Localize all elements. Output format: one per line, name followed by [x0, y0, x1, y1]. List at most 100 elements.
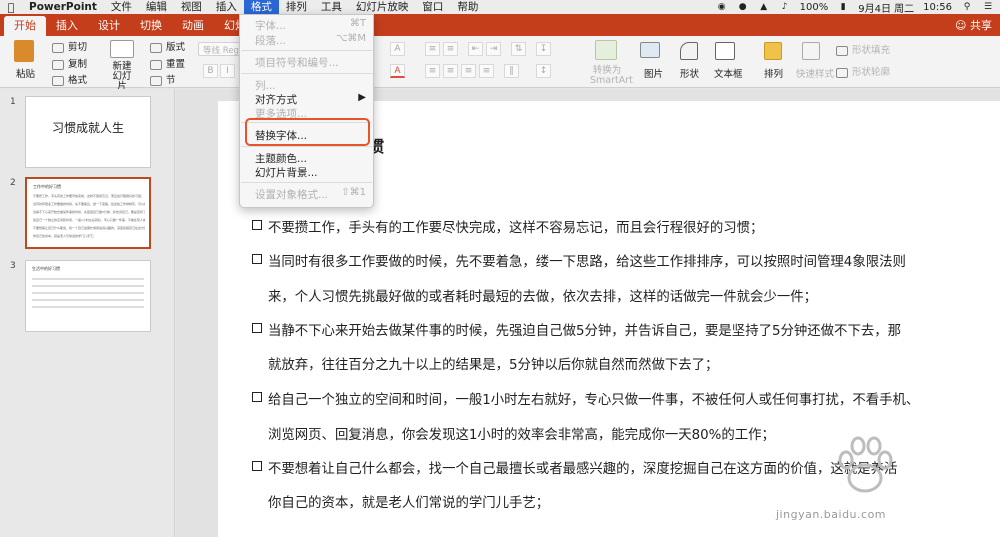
- volume-icon[interactable]: ♪: [779, 2, 791, 12]
- format-painter-button[interactable]: 格式: [52, 72, 87, 86]
- textbox-label[interactable]: 文本框: [714, 66, 743, 80]
- font-name-box[interactable]: 等线 Regular: [198, 42, 255, 56]
- status-date[interactable]: 9月4日 周二: [858, 0, 914, 15]
- apple-menu-icon[interactable]: : [0, 1, 22, 14]
- tab-transitions[interactable]: 切换: [130, 16, 172, 36]
- copy-label: 复制: [68, 59, 88, 70]
- align-text-button[interactable]: ↕: [536, 64, 551, 78]
- tab-insert[interactable]: 插入: [46, 16, 88, 36]
- justify-button[interactable]: ≡: [479, 64, 494, 78]
- italic-button[interactable]: I: [220, 64, 235, 78]
- reset-button[interactable]: 重置: [150, 56, 185, 70]
- numbering-button[interactable]: ≡: [443, 42, 458, 56]
- menu-file[interactable]: 文件: [104, 0, 139, 14]
- new-slide-icon[interactable]: [110, 40, 134, 58]
- convert-smartart-label[interactable]: 转换为 SmartArt: [590, 66, 633, 86]
- notification-icon[interactable]: ☰: [982, 2, 994, 12]
- paste-button-label[interactable]: 粘贴: [16, 66, 35, 80]
- paw-logo-icon: [838, 436, 893, 493]
- slide-text-line[interactable]: 来，个人习惯先挑最好做的或者耗时最短的去做，依次去排，这样的话做完一件就会少一件…: [268, 285, 817, 305]
- menu-help[interactable]: 帮助: [450, 0, 485, 14]
- menu-item-paragraph[interactable]: 段落... ⌥⌘M: [255, 33, 370, 48]
- wechat-icon[interactable]: ◉: [716, 2, 728, 12]
- increase-indent-button[interactable]: ⇥: [486, 42, 501, 56]
- spotlight-icon[interactable]: ⚲: [961, 2, 973, 12]
- thumb-3-line: [32, 299, 144, 301]
- slide-text-line[interactable]: 当静不下心来开始去做某件事的时候，先强迫自己做5分钟，并告诉自己，要是坚持了5分…: [268, 319, 901, 339]
- menu-insert[interactable]: 插入: [209, 0, 244, 14]
- shortcut-paragraph: ⌥⌘M: [335, 33, 366, 44]
- menu-item-font[interactable]: 字体... ⌘T: [255, 18, 370, 33]
- layout-button[interactable]: 版式: [150, 39, 185, 53]
- menu-item-slide-background[interactable]: 幻灯片背景...: [255, 165, 370, 180]
- picture-icon[interactable]: [640, 42, 660, 58]
- quick-styles-icon[interactable]: [802, 42, 820, 60]
- slide-text-line[interactable]: 你自己的资本，就是老人们常说的学门儿手艺；: [268, 491, 549, 511]
- shape-outline-button[interactable]: 形状轮廓: [836, 64, 890, 78]
- slide-text-line[interactable]: 给自己一个独立的空间和时间，一般1小时左右就好，专心只做一件事，不被任何人或任何…: [268, 388, 919, 408]
- slide-text-line[interactable]: 当同时有很多工作要做的时候，先不要着急，缕一下思路，给这些工作排排序，可以按照时…: [268, 250, 906, 270]
- tab-home[interactable]: 开始: [4, 16, 46, 36]
- bullet-icon: [252, 254, 262, 264]
- share-label: 共享: [970, 19, 992, 32]
- shape-label[interactable]: 形状: [680, 66, 699, 80]
- paste-icon[interactable]: [14, 40, 34, 62]
- cut-button[interactable]: 剪切: [52, 39, 87, 53]
- menu-item-paragraph-label: 段落...: [255, 35, 287, 47]
- align-left-button[interactable]: ≡: [425, 64, 440, 78]
- tab-animations[interactable]: 动画: [172, 16, 214, 36]
- slide-text-line[interactable]: 不要攒工作，手头有的工作要尽快完成，这样不容易忘记，而且会行程很好的习惯；: [268, 216, 763, 236]
- menu-format[interactable]: 格式: [243, 0, 279, 14]
- decrease-indent-button[interactable]: ⇤: [468, 42, 483, 56]
- menu-view[interactable]: 视图: [174, 0, 209, 14]
- section-button[interactable]: 节: [150, 72, 176, 86]
- menu-item-theme-colors[interactable]: 主题颜色...: [255, 151, 370, 166]
- textbox-icon[interactable]: [715, 42, 735, 60]
- wifi-icon[interactable]: ▲: [758, 2, 770, 12]
- tab-design[interactable]: 设计: [88, 16, 130, 36]
- status-time[interactable]: 10:56: [923, 2, 952, 13]
- line-spacing-button[interactable]: ⇅: [511, 42, 526, 56]
- shortcut-format-object: ⇧⌘1: [341, 187, 366, 198]
- arrange-label[interactable]: 排列: [764, 66, 783, 80]
- shape-outline-label: 形状轮廓: [852, 67, 891, 78]
- menu-item-format-object[interactable]: 设置对象格式... ⇧⌘1: [255, 187, 370, 202]
- menu-powerpoint[interactable]: PowerPoint: [22, 0, 104, 14]
- thumb-2-line: 不要攒工作，手头有的工作要尽快完成，这样不容易忘记，而且会行程很好的习惯；: [33, 194, 145, 198]
- share-button[interactable]: ☺ 共享: [955, 16, 1000, 36]
- smartart-icon[interactable]: [595, 40, 617, 60]
- menu-separator: [241, 50, 372, 51]
- bold-button[interactable]: B: [203, 64, 218, 78]
- slide-thumbnail-2[interactable]: 工作中的好习惯 不要攒工作，手头有的工作要尽快完成，这样不容易忘记，而且会行程很…: [25, 177, 151, 249]
- menu-item-align[interactable]: 对齐方式 ▶: [255, 92, 370, 107]
- slide-thumbnail-3[interactable]: 生活中的好习惯: [25, 260, 151, 332]
- slide-thumbnail-1[interactable]: 习惯成就人生: [25, 96, 151, 168]
- font-color-button[interactable]: A: [390, 64, 405, 78]
- pen-icon: [836, 67, 848, 78]
- align-center-button[interactable]: ≡: [443, 64, 458, 78]
- menu-tools[interactable]: 工具: [314, 0, 349, 14]
- menu-item-bullets[interactable]: 项目符号和编号...: [255, 55, 370, 70]
- bullets-button[interactable]: ≡: [425, 42, 440, 56]
- clear-format-button[interactable]: A: [390, 42, 405, 56]
- menu-slideshow[interactable]: 幻灯片放映: [349, 0, 416, 14]
- arrange-icon[interactable]: [764, 42, 782, 60]
- qq-icon[interactable]: ●: [737, 2, 749, 12]
- picture-label[interactable]: 图片: [644, 66, 663, 80]
- battery-percent[interactable]: 100%: [800, 2, 829, 13]
- quick-styles-label[interactable]: 快速样式: [796, 66, 834, 80]
- menu-item-columns[interactable]: 列...: [255, 78, 370, 93]
- shape-fill-button[interactable]: 形状填充: [836, 42, 890, 56]
- menu-window[interactable]: 窗口: [415, 0, 450, 14]
- menu-edit[interactable]: 编辑: [139, 0, 174, 14]
- copy-button[interactable]: 复制: [52, 56, 87, 70]
- new-slide-label[interactable]: 新建 幻灯片: [110, 62, 134, 92]
- menu-arrange[interactable]: 排列: [279, 0, 314, 14]
- shape-icon[interactable]: [680, 42, 698, 60]
- align-right-button[interactable]: ≡: [461, 64, 476, 78]
- columns-button[interactable]: ‖: [504, 64, 519, 78]
- battery-icon[interactable]: ▮: [837, 2, 849, 12]
- slide-text-line[interactable]: 就放弃，往往百分之九十以上的结果是，5分钟以后你就自然而然做下去了；: [268, 353, 718, 373]
- text-direction-button[interactable]: ↧: [536, 42, 551, 56]
- slide-text-line[interactable]: 浏览网页、回复消息，你会发现这1小时的效率会非常高，能完成你一天80%的工作；: [268, 423, 775, 443]
